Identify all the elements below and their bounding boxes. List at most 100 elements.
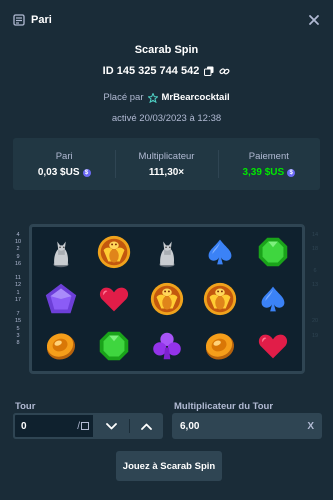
stat-multiplier: Multiplicateur 111,30× bbox=[115, 138, 217, 190]
round-stepper: 0 / bbox=[13, 413, 163, 439]
payline-number bbox=[310, 275, 320, 282]
stat-bet-label: Pari bbox=[55, 151, 73, 162]
red-heart-symbol bbox=[247, 322, 300, 369]
gold-coin-symbol bbox=[34, 322, 87, 369]
blue-spade-icon bbox=[208, 239, 232, 265]
payline-number: 20 bbox=[311, 318, 319, 325]
payline-number: 6 bbox=[313, 268, 317, 275]
stat-payout-value: 3,39 $US bbox=[242, 167, 285, 178]
bet-slip-icon bbox=[13, 14, 25, 26]
purple-pentagon-symbol bbox=[34, 276, 87, 323]
payline-number bbox=[310, 304, 320, 311]
activated-timestamp: activé 20/03/2023 à 12:38 bbox=[111, 113, 222, 124]
round-down-button[interactable] bbox=[95, 413, 129, 439]
stats-panel: Pari 0,03 $US $ Multiplicateur 111,30× P… bbox=[13, 138, 320, 190]
close-icon[interactable] bbox=[307, 13, 321, 27]
bet-id-row: ID 145 325 744 542 bbox=[0, 65, 333, 77]
gold-coin-icon bbox=[46, 333, 75, 360]
payline-number bbox=[310, 297, 320, 304]
payline-number: 2 bbox=[16, 246, 20, 253]
green-gem-symbol bbox=[87, 322, 140, 369]
golden-scarab-icon bbox=[97, 236, 130, 269]
payline-number bbox=[310, 239, 320, 246]
purple-club-icon bbox=[153, 332, 181, 359]
chevron-down-icon bbox=[106, 422, 118, 429]
payline-number bbox=[13, 268, 23, 275]
payline-number: 3 bbox=[16, 332, 20, 339]
red-heart-icon bbox=[99, 287, 128, 312]
cat-statue-symbol bbox=[34, 229, 87, 276]
round-multiplier-field[interactable]: 6,00 X bbox=[172, 413, 322, 439]
slot-reels: 4 10 2 9 16 11 12 1 17 7 15 5 3 8 1 4 18 6 13 20 19 bbox=[13, 224, 320, 374]
purple-pentagon-icon bbox=[45, 283, 76, 314]
play-game-button[interactable]: Jouez à Scarab Spin bbox=[116, 451, 222, 481]
payline-number: 12 bbox=[14, 282, 22, 289]
username-link[interactable]: MrBearcocktail bbox=[162, 92, 230, 103]
round-multiplier-label: Multiplicateur du Tour bbox=[174, 401, 274, 412]
stat-bet-value-row: 0,03 $US $ bbox=[13, 167, 115, 178]
stat-payout-value-row: 3,39 $US $ bbox=[218, 167, 320, 178]
placed-by-row: Placé par MrBearcocktail bbox=[0, 92, 333, 103]
copy-icon[interactable] bbox=[204, 66, 214, 76]
payline-number bbox=[310, 254, 320, 261]
round-multiplier-value: 6,00 bbox=[180, 420, 200, 432]
payline-number bbox=[310, 261, 320, 268]
round-separator: / bbox=[77, 420, 80, 432]
currency-coin-icon: $ bbox=[82, 168, 91, 177]
stat-payout: Paiement 3,39 $US $ bbox=[217, 138, 320, 190]
payline-number: 17 bbox=[14, 296, 22, 303]
game-name[interactable]: Scarab Spin bbox=[0, 44, 333, 56]
golden-scarab-icon bbox=[150, 282, 184, 316]
reel-grid bbox=[29, 224, 305, 374]
payline-number: 4 bbox=[16, 232, 20, 238]
payline-number: 5 bbox=[16, 325, 20, 332]
blue-spade-symbol bbox=[247, 276, 300, 323]
golden-scarab-symbol bbox=[194, 276, 247, 323]
stat-payout-label: Paiement bbox=[248, 151, 289, 162]
purple-club-symbol bbox=[140, 322, 193, 369]
payline-number: 1 bbox=[16, 289, 20, 296]
payline-number: 10 bbox=[14, 239, 22, 246]
payline-number: 11 bbox=[15, 275, 21, 282]
currency-coin-icon: $ bbox=[287, 168, 296, 177]
gold-coin-icon bbox=[206, 333, 235, 360]
paylines-left: 4 10 2 9 16 11 12 1 17 7 15 5 3 8 bbox=[13, 232, 23, 347]
round-value: 0 bbox=[21, 420, 27, 432]
red-heart-symbol bbox=[87, 276, 140, 323]
payline-number bbox=[310, 311, 320, 318]
gold-coin-symbol bbox=[194, 322, 247, 369]
stat-multiplier-value-row: 111,30× bbox=[115, 167, 217, 178]
chevron-up-icon bbox=[140, 423, 152, 430]
placed-by-prefix: Placé par bbox=[103, 92, 144, 103]
payline-number bbox=[13, 304, 23, 311]
stat-multiplier-label: Multiplicateur bbox=[138, 151, 195, 162]
round-up-button[interactable] bbox=[130, 413, 164, 439]
golden-scarab-symbol bbox=[87, 229, 140, 276]
stat-multiplier-value: 111,30× bbox=[148, 167, 185, 178]
stat-bet: Pari 0,03 $US $ bbox=[13, 138, 115, 190]
payline-number: 19 bbox=[311, 332, 319, 339]
cat-statue-icon bbox=[52, 241, 69, 268]
bet-id: ID 145 325 744 542 bbox=[102, 65, 200, 77]
payline-number: 16 bbox=[14, 260, 22, 267]
round-input[interactable]: 0 / bbox=[13, 413, 95, 439]
round-total: / bbox=[77, 421, 89, 432]
payline-number: 13 bbox=[311, 282, 319, 289]
payline-number: 18 bbox=[311, 246, 319, 253]
blue-spade-symbol bbox=[194, 229, 247, 276]
payline-number: 8 bbox=[16, 340, 20, 347]
payline-number: 9 bbox=[16, 253, 20, 260]
payline-number bbox=[310, 290, 320, 297]
link-icon[interactable] bbox=[219, 66, 230, 77]
payline-number: 15 bbox=[14, 318, 22, 325]
clear-button[interactable]: X bbox=[307, 421, 314, 432]
payline-number: 7 bbox=[16, 311, 20, 318]
golden-scarab-symbol bbox=[140, 276, 193, 323]
round-total-box-icon bbox=[81, 422, 89, 430]
modal-title: Pari bbox=[31, 14, 52, 26]
green-gem-symbol bbox=[247, 229, 300, 276]
bet-details-modal: Pari Scarab Spin ID 145 325 744 542 Plac… bbox=[0, 0, 333, 500]
green-gem-icon bbox=[99, 331, 129, 360]
vip-star-icon bbox=[147, 92, 158, 103]
round-label: Tour bbox=[15, 401, 36, 412]
